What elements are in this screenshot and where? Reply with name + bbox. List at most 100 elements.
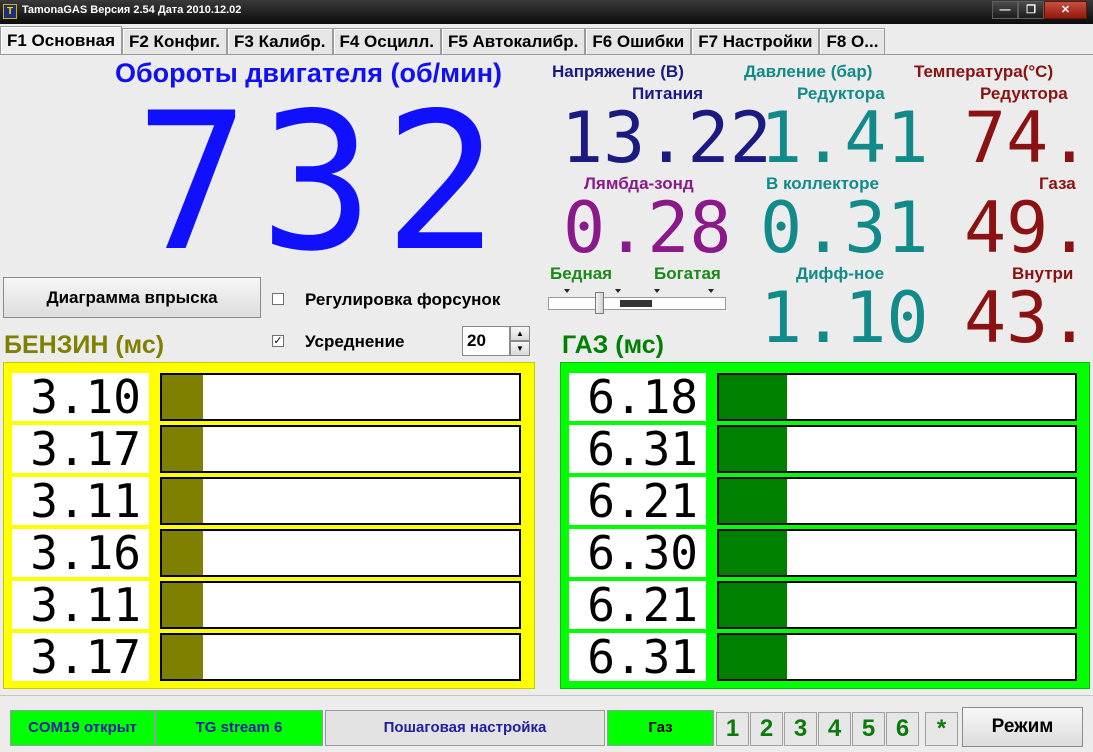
injector-adjust-label: Регулировка форсунок <box>305 290 501 309</box>
cylinder-5-button[interactable]: 5 <box>852 712 885 746</box>
gas-injector-row: 6.18 <box>569 371 1089 423</box>
tab-calibration[interactable]: F3 Калибр. <box>227 28 333 54</box>
gas-bar-fill <box>719 375 787 419</box>
gas-bar-fill <box>719 427 787 471</box>
gas-injector-bar <box>717 477 1077 525</box>
petrol-injector-row: 3.17 <box>12 631 534 683</box>
gas-injector-row: 6.21 <box>569 475 1089 527</box>
petrol-time-value: 3.16 <box>12 529 149 577</box>
gas-injector-row: 6.30 <box>569 527 1089 579</box>
tab-divider <box>0 54 1093 55</box>
manifold-pressure-value: 0.31 <box>760 187 929 269</box>
tab-config[interactable]: F2 Конфиг. <box>122 28 228 54</box>
lambda-lean-label: Бедная <box>550 264 613 283</box>
mode-button[interactable]: Режим <box>962 707 1083 747</box>
petrol-bar-fill <box>162 427 204 471</box>
gas-injector-bar <box>717 425 1077 473</box>
gas-bar-fill <box>719 531 787 575</box>
gas-bar-fill <box>719 479 787 523</box>
tab-errors[interactable]: F6 Ошибки <box>585 28 692 54</box>
spin-down-icon[interactable]: ▼ <box>510 341 530 356</box>
slider-tick <box>708 289 714 293</box>
cylinder-6-button[interactable]: 6 <box>886 712 919 746</box>
reducer-temp-value: 74.2 <box>964 97 1093 179</box>
petrol-injector-row: 3.11 <box>12 579 534 631</box>
lambda-selection-range <box>620 300 652 307</box>
petrol-injector-row: 3.17 <box>12 423 534 475</box>
window-title: TamonaGAS Версия 2.54 Дата 2010.12.02 <box>22 4 242 16</box>
gas-injector-row: 6.21 <box>569 579 1089 631</box>
app-icon: T <box>3 4 17 19</box>
step-setup-button[interactable]: Пошаговая настройка <box>325 710 605 746</box>
stream-status: TG stream 6 <box>155 710 323 746</box>
tab-main[interactable]: F1 Основная <box>0 26 122 54</box>
slider-tick <box>615 289 621 293</box>
all-cylinders-button[interactable]: * <box>925 712 958 746</box>
petrol-time-value: 3.11 <box>12 581 149 629</box>
gas-bar-fill <box>719 583 787 627</box>
com-port-status: COM19 открыт <box>10 710 155 746</box>
gas-injector-row: 6.31 <box>569 631 1089 683</box>
petrol-injector-row: 3.11 <box>12 475 534 527</box>
voltage-value: 13.22 <box>561 97 772 179</box>
petrol-bar-fill <box>162 479 204 523</box>
petrol-time-value: 3.10 <box>12 373 149 421</box>
minimize-icon[interactable]: — <box>992 1 1018 19</box>
gas-bar-fill <box>719 635 787 679</box>
close-icon[interactable]: ✕ <box>1044 1 1087 19</box>
reducer-pressure-value: 1.41 <box>760 97 929 179</box>
tab-settings[interactable]: F7 Настройки <box>691 28 820 54</box>
cylinder-3-button[interactable]: 3 <box>784 712 817 746</box>
fuel-status: Газ <box>607 710 714 746</box>
petrol-injector-bar <box>160 633 521 681</box>
gas-time-value: 6.21 <box>569 477 706 525</box>
petrol-injector-bar <box>160 425 521 473</box>
rpm-value: 732 <box>135 72 509 293</box>
tab-bar: F1 Основная F2 Конфиг. F3 Калибр. F4 Осц… <box>0 26 886 54</box>
petrol-time-value: 3.17 <box>12 425 149 473</box>
injection-diagram-button[interactable]: Диаграмма впрыска <box>3 277 261 318</box>
maximize-icon[interactable]: ❐ <box>1018 1 1044 19</box>
petrol-title: БЕНЗИН (мс) <box>4 331 165 359</box>
lambda-rich-label: Богатая <box>654 264 721 283</box>
petrol-bar-fill <box>162 375 204 419</box>
petrol-bar-fill <box>162 531 204 575</box>
gas-title: ГАЗ (мс) <box>562 331 664 359</box>
spin-up-icon[interactable]: ▲ <box>510 326 530 341</box>
petrol-injector-panel: 3.10 3.17 3.11 3.16 3.11 3.17 <box>3 362 535 689</box>
lambda-slider-thumb[interactable] <box>595 292 604 314</box>
title-bar: T TamonaGAS Версия 2.54 Дата 2010.12.02 … <box>0 0 1093 24</box>
gas-injector-bar <box>717 529 1077 577</box>
injector-adjust-checkbox[interactable] <box>272 293 284 305</box>
averaging-label: Усреднение <box>305 332 405 351</box>
temperature-header: Температура(°C) <box>914 62 1054 81</box>
window-controls: — ❐ ✕ <box>992 1 1087 19</box>
gas-time-value: 6.30 <box>569 529 706 577</box>
lambda-value: 0.28 <box>563 187 732 269</box>
slider-tick <box>564 289 570 293</box>
tab-autocalibration[interactable]: F5 Автокалибр. <box>440 28 586 54</box>
cylinder-2-button[interactable]: 2 <box>750 712 783 746</box>
petrol-injector-row: 3.16 <box>12 527 534 579</box>
gas-injector-bar <box>717 581 1077 629</box>
gas-injector-bar <box>717 373 1077 421</box>
petrol-bar-fill <box>162 583 204 627</box>
petrol-injector-bar <box>160 529 521 577</box>
gas-time-value: 6.21 <box>569 581 706 629</box>
diff-pressure-value: 1.10 <box>760 277 929 359</box>
voltage-header: Напряжение (В) <box>552 62 684 81</box>
inside-temp-value: 43.4 <box>964 277 1093 359</box>
gas-time-value: 6.31 <box>569 425 706 473</box>
averaging-input[interactable]: 20 <box>462 326 510 356</box>
petrol-injector-bar <box>160 373 521 421</box>
gas-time-value: 6.18 <box>569 373 706 421</box>
cylinder-1-button[interactable]: 1 <box>716 712 749 746</box>
tab-about[interactable]: F8 О... <box>819 28 886 54</box>
tab-oscilloscope[interactable]: F4 Осцилл. <box>332 28 441 54</box>
cylinder-4-button[interactable]: 4 <box>818 712 851 746</box>
averaging-checkbox[interactable]: ✓ <box>272 335 284 347</box>
pressure-header: Давление (бар) <box>744 62 873 81</box>
petrol-injector-row: 3.10 <box>12 371 534 423</box>
petrol-injector-bar <box>160 477 521 525</box>
gas-injector-bar <box>717 633 1077 681</box>
